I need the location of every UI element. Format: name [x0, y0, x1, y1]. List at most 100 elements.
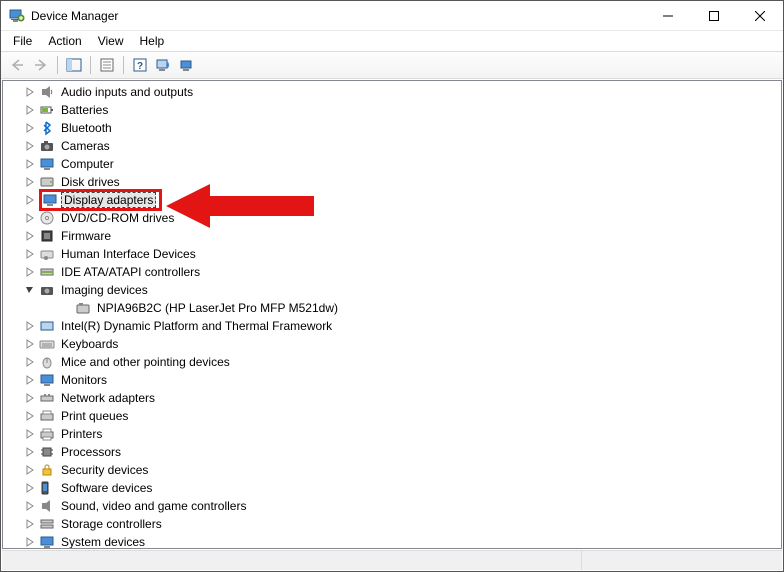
tree-node[interactable]: Firmware [3, 227, 781, 245]
menu-help[interactable]: Help [134, 32, 171, 50]
expand-icon[interactable] [23, 445, 37, 459]
tree-node[interactable]: Intel(R) Dynamic Platform and Thermal Fr… [3, 317, 781, 335]
device-category-icon [39, 408, 55, 424]
help-button[interactable]: ? [128, 54, 152, 76]
tree-node[interactable]: Storage controllers [3, 515, 781, 533]
tree-node[interactable]: Display adapters [3, 191, 781, 209]
expand-icon[interactable] [23, 535, 37, 548]
annotation-highlight-box: Display adapters [39, 189, 162, 211]
expand-icon[interactable] [23, 427, 37, 441]
collapse-icon[interactable] [23, 283, 37, 297]
tree-node-label: IDE ATA/ATAPI controllers [59, 265, 202, 279]
tree-node[interactable]: Keyboards [3, 335, 781, 353]
expand-icon[interactable] [23, 409, 37, 423]
tree-node[interactable]: Human Interface Devices [3, 245, 781, 263]
device-category-icon [39, 534, 55, 548]
device-category-icon [39, 246, 55, 262]
tree-node[interactable]: IDE ATA/ATAPI controllers [3, 263, 781, 281]
tree-node-label: Printers [59, 427, 104, 441]
tree-node-label: DVD/CD-ROM drives [59, 211, 176, 225]
show-hide-console-tree-button[interactable] [62, 54, 86, 76]
tree-node-label: Sound, video and game controllers [59, 499, 248, 513]
tree-node[interactable]: Network adapters [3, 389, 781, 407]
tree-node[interactable]: Print queues [3, 407, 781, 425]
minimize-button[interactable] [645, 1, 691, 30]
device-category-icon [39, 354, 55, 370]
tree-node[interactable]: Monitors [3, 371, 781, 389]
forward-button[interactable] [29, 54, 53, 76]
content-area: Audio inputs and outputsBatteriesBluetoo… [2, 80, 782, 549]
maximize-button[interactable] [691, 1, 737, 30]
toolbar-separator [123, 56, 124, 74]
expand-icon[interactable] [23, 103, 37, 117]
expand-icon[interactable] [23, 517, 37, 531]
tree-node-label: Human Interface Devices [59, 247, 198, 261]
menu-action[interactable]: Action [42, 32, 87, 50]
device-category-icon [39, 84, 55, 100]
device-category-icon [39, 516, 55, 532]
expand-icon[interactable] [23, 373, 37, 387]
expand-icon[interactable] [23, 121, 37, 135]
tree-node-label: Cameras [59, 139, 112, 153]
tree-node-label: System devices [59, 535, 147, 548]
tree-node[interactable]: DVD/CD-ROM drives [3, 209, 781, 227]
device-category-icon [39, 174, 55, 190]
expand-icon[interactable] [23, 481, 37, 495]
devices-and-printers-button[interactable] [176, 54, 200, 76]
tree-node[interactable]: Imaging devices [3, 281, 781, 299]
titlebar: Device Manager [1, 1, 783, 31]
expand-icon[interactable] [23, 265, 37, 279]
tree-node-label: Storage controllers [59, 517, 164, 531]
tree-node[interactable]: NPIA96B2C (HP LaserJet Pro MFP M521dw) [3, 299, 781, 317]
expand-icon[interactable] [23, 355, 37, 369]
expand-icon[interactable] [23, 193, 37, 207]
tree-node-label: Firmware [59, 229, 113, 243]
tree-node[interactable]: Software devices [3, 479, 781, 497]
window-controls [645, 1, 783, 30]
tree-node-label: Keyboards [59, 337, 120, 351]
menu-view[interactable]: View [92, 32, 130, 50]
toolbar: ? [1, 51, 783, 79]
device-category-icon [39, 462, 55, 478]
expand-icon[interactable] [23, 391, 37, 405]
properties-button[interactable] [95, 54, 119, 76]
expand-icon[interactable] [23, 463, 37, 477]
device-tree[interactable]: Audio inputs and outputsBatteriesBluetoo… [3, 81, 781, 548]
expand-icon[interactable] [23, 499, 37, 513]
back-button[interactable] [5, 54, 29, 76]
expand-icon[interactable] [23, 85, 37, 99]
svg-text:?: ? [137, 61, 143, 72]
device-icon [75, 300, 91, 316]
tree-node[interactable]: Audio inputs and outputs [3, 83, 781, 101]
tree-node[interactable]: Cameras [3, 137, 781, 155]
expand-icon[interactable] [23, 337, 37, 351]
tree-node[interactable]: Sound, video and game controllers [3, 497, 781, 515]
expand-icon[interactable] [23, 157, 37, 171]
device-category-icon [39, 228, 55, 244]
close-button[interactable] [737, 1, 783, 30]
scan-hardware-button[interactable] [152, 54, 176, 76]
expand-icon[interactable] [23, 229, 37, 243]
menu-file[interactable]: File [7, 32, 38, 50]
expand-icon[interactable] [23, 247, 37, 261]
tree-node-label: Display adapters [62, 193, 155, 207]
tree-node-label: Computer [59, 157, 116, 171]
expand-icon[interactable] [23, 319, 37, 333]
tree-node[interactable]: Mice and other pointing devices [3, 353, 781, 371]
device-category-icon [39, 120, 55, 136]
tree-node[interactable]: Computer [3, 155, 781, 173]
tree-node-label: Mice and other pointing devices [59, 355, 232, 369]
expand-icon[interactable] [23, 175, 37, 189]
device-category-icon [39, 102, 55, 118]
tree-node[interactable]: Processors [3, 443, 781, 461]
expand-icon[interactable] [23, 211, 37, 225]
tree-node[interactable]: System devices [3, 533, 781, 548]
tree-node[interactable]: Bluetooth [3, 119, 781, 137]
device-category-icon [39, 210, 55, 226]
device-category-icon [39, 336, 55, 352]
device-category-icon [39, 156, 55, 172]
tree-node[interactable]: Security devices [3, 461, 781, 479]
tree-node[interactable]: Batteries [3, 101, 781, 119]
tree-node[interactable]: Printers [3, 425, 781, 443]
expand-icon[interactable] [23, 139, 37, 153]
